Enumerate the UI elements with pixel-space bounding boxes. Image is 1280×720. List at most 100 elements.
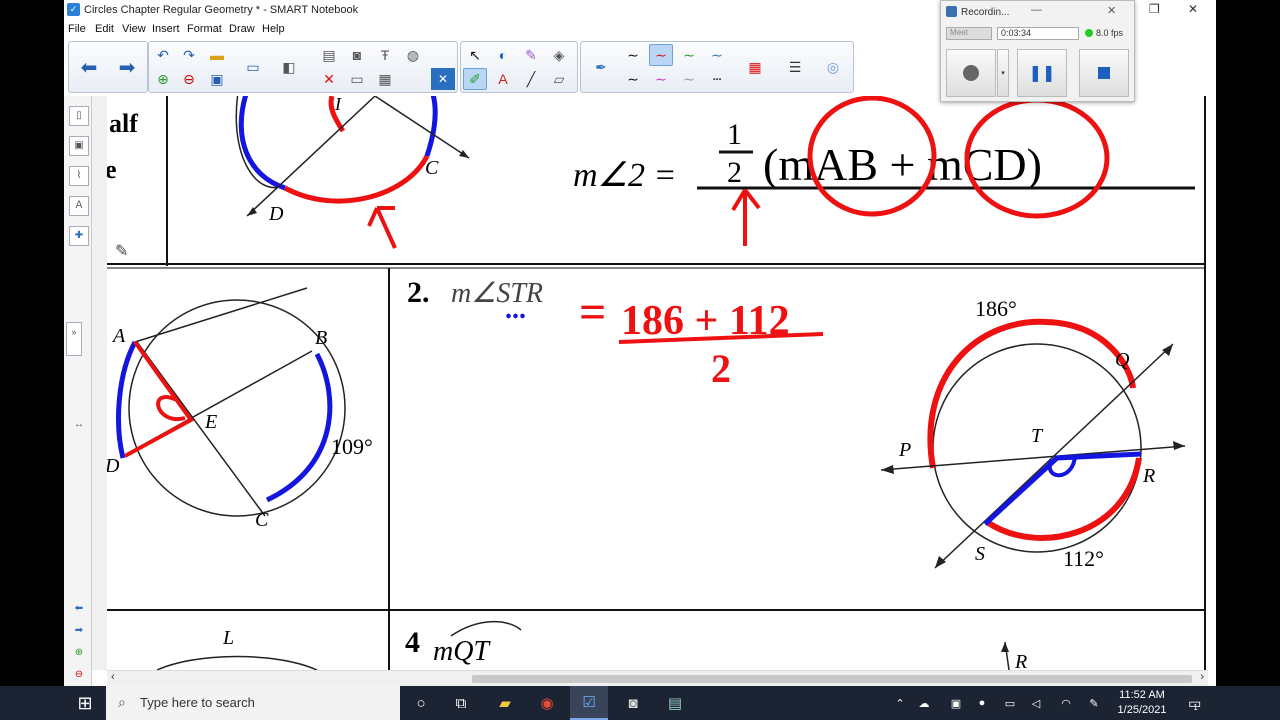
- menu-edit[interactable]: Edit: [95, 23, 114, 35]
- scroll-left-icon[interactable]: ‹: [111, 671, 115, 683]
- attachments-icon[interactable]: ⌇: [69, 166, 89, 186]
- gray-pen-icon[interactable]: ∼: [677, 68, 701, 90]
- delete-icon[interactable]: ✕: [317, 68, 341, 90]
- clock-time: 11:52 AM: [1119, 689, 1165, 701]
- task-view-icon[interactable]: ⧉: [442, 686, 480, 720]
- delete-page-icon[interactable]: ⊖: [177, 68, 201, 90]
- menu-help[interactable]: Help: [262, 23, 285, 35]
- select-icon[interactable]: ↖: [463, 44, 487, 66]
- open-file-icon[interactable]: ▬: [205, 44, 229, 66]
- eraser-icon[interactable]: ▱: [547, 68, 571, 90]
- display-icon[interactable]: ▭: [241, 56, 265, 78]
- globe-icon[interactable]: ◍: [401, 44, 425, 66]
- horizontal-scrollbar[interactable]: ‹ ›: [107, 670, 1208, 686]
- smart-notebook-taskbar-icon[interactable]: ☑: [570, 686, 608, 720]
- next-arrow-icon[interactable]: ➡: [69, 622, 89, 642]
- collapse-sidebar-icon[interactable]: »: [66, 322, 82, 356]
- arrowhead: [935, 556, 946, 568]
- problem-4-prompt: mQT: [433, 636, 491, 667]
- delete-page-side-icon[interactable]: ⊖: [69, 666, 89, 686]
- chrome-icon[interactable]: ◉: [528, 686, 566, 720]
- label-p: P: [898, 439, 911, 461]
- previous-arrow-icon[interactable]: ⬅: [69, 600, 89, 620]
- line-style-icon[interactable]: ☰: [783, 56, 807, 78]
- thick-pen-icon[interactable]: ∼: [621, 68, 645, 90]
- gallery-icon[interactable]: ▣: [69, 136, 89, 156]
- next-page-icon[interactable]: ➡: [115, 56, 139, 79]
- menu-view[interactable]: View: [122, 23, 146, 35]
- blue-pen-icon[interactable]: ∼: [705, 44, 729, 66]
- scroll-right-icon[interactable]: ›: [1200, 671, 1204, 683]
- wifi-icon[interactable]: ◠: [1056, 686, 1076, 720]
- page-sorter-icon[interactable]: ▯: [69, 106, 89, 126]
- pen-icon[interactable]: ✐: [463, 68, 487, 90]
- show-hidden-icons[interactable]: ⌃: [890, 686, 910, 720]
- taskbar-search[interactable]: ⌕ Type here to search: [106, 686, 400, 720]
- add-ons-icon[interactable]: ✚: [69, 226, 89, 246]
- shapes-icon[interactable]: ◐: [491, 44, 515, 66]
- screen-capture-icon[interactable]: ◙: [345, 44, 369, 66]
- add-page-icon[interactable]: ⊕: [151, 68, 175, 90]
- scrollbar-thumb[interactable]: [472, 675, 1192, 683]
- left-scroll-strip[interactable]: [92, 96, 107, 670]
- restore-button[interactable]: ❐: [1149, 2, 1160, 16]
- pause-button[interactable]: ❚❚: [1017, 49, 1067, 97]
- menu-draw[interactable]: Draw: [229, 23, 255, 35]
- screen-shade-icon[interactable]: ▭: [345, 68, 369, 90]
- line-icon[interactable]: ╱: [519, 68, 543, 90]
- microphone-icon[interactable]: ●: [972, 686, 992, 720]
- red-denominator: 2: [711, 346, 731, 391]
- red-pen-icon[interactable]: ∼: [649, 44, 673, 66]
- green-pen-icon[interactable]: ∼: [677, 44, 701, 66]
- transparency-icon[interactable]: ◎: [821, 56, 845, 78]
- arrowhead: [1162, 344, 1173, 356]
- recorder-taskbar-icon[interactable]: ▤: [656, 686, 694, 720]
- magic-pen-icon[interactable]: ✎: [519, 44, 543, 66]
- pen-type-icon[interactable]: ✒: [589, 56, 613, 78]
- menu-file[interactable]: File: [68, 23, 86, 35]
- pen-workspace-icon[interactable]: ✎: [1084, 686, 1104, 720]
- clock[interactable]: 11:52 AM 1/25/2021: [1112, 686, 1172, 720]
- record-button[interactable]: [946, 49, 996, 97]
- menu-insert[interactable]: Insert: [152, 23, 180, 35]
- document-camera-icon[interactable]: ◧: [277, 56, 301, 78]
- notifications-icon[interactable]: ▭ 1: [1180, 686, 1206, 720]
- close-toolbar-icon[interactable]: ✕: [431, 68, 455, 90]
- black-pen-icon[interactable]: ∼: [621, 44, 645, 66]
- stop-button[interactable]: [1079, 49, 1129, 97]
- undo-icon[interactable]: ↶: [151, 44, 175, 66]
- resize-handle-icon[interactable]: ↔: [69, 416, 89, 436]
- properties-icon[interactable]: Ａ: [69, 196, 89, 216]
- file-explorer-icon[interactable]: ▰: [486, 686, 524, 720]
- onedrive-icon[interactable]: ☁: [914, 686, 934, 720]
- label-r: R: [1142, 465, 1155, 487]
- redo-icon[interactable]: ↷: [177, 44, 201, 66]
- notebook-canvas[interactable]: alf e ✎ I C D m∠2 = 1 2 (mAB + mCD) A B …: [107, 96, 1208, 670]
- record-options-button[interactable]: ▾: [997, 49, 1009, 97]
- cortana-icon[interactable]: ○: [402, 686, 440, 720]
- meet-now-icon[interactable]: ▣: [946, 686, 966, 720]
- recorder-mode-select[interactable]: Meet: [946, 27, 992, 40]
- clock-date: 1/25/2021: [1117, 704, 1167, 716]
- color-palette-icon[interactable]: ▦: [743, 56, 767, 78]
- fill-icon[interactable]: ◈: [547, 44, 571, 66]
- magenta-pen-icon[interactable]: ∼: [649, 68, 673, 90]
- camera-app-icon[interactable]: ◙: [614, 686, 652, 720]
- close-button[interactable]: ✕: [1188, 2, 1198, 16]
- search-placeholder: Type here to search: [140, 695, 255, 710]
- previous-page-icon[interactable]: ⬅: [77, 56, 101, 79]
- text-tool-icon[interactable]: A: [491, 68, 515, 90]
- tools-group: ↖ ◐ ✎ ◈ ✐ A ╱ ▱: [460, 41, 578, 93]
- paste-icon[interactable]: ▤: [317, 44, 341, 66]
- dashed-pen-icon[interactable]: ┄: [705, 68, 729, 90]
- table-icon[interactable]: ▦: [373, 68, 397, 90]
- recorder-minimize[interactable]: —: [1031, 4, 1042, 16]
- save-icon[interactable]: ▣: [205, 68, 229, 90]
- text-icon[interactable]: Ŧ: [373, 44, 397, 66]
- menu-format[interactable]: Format: [187, 23, 222, 35]
- volume-icon[interactable]: ◁: [1026, 686, 1046, 720]
- windows-start-icon[interactable]: ⊞: [66, 686, 104, 720]
- recorder-close[interactable]: ✕: [1107, 4, 1116, 17]
- add-page-side-icon[interactable]: ⊕: [69, 644, 89, 664]
- battery-icon[interactable]: ▭: [1000, 686, 1020, 720]
